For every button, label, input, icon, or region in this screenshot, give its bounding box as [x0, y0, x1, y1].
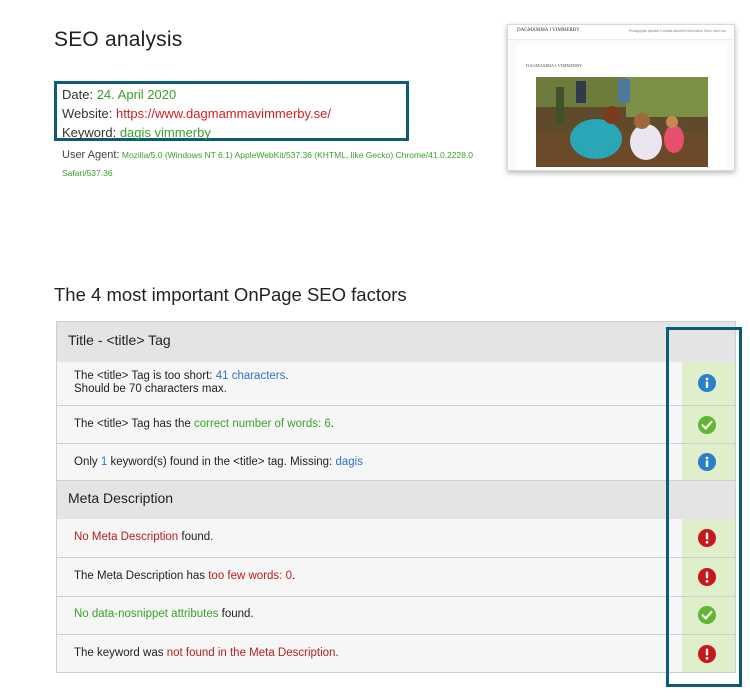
table-row: No data-nosnippet attributes found.: [56, 597, 736, 635]
table-row: Only 1 keyword(s) found in the <title> t…: [56, 444, 736, 481]
row-text: No data-nosnippet attributes found.: [74, 608, 254, 621]
table-row: The Meta Description has too few words: …: [56, 558, 736, 597]
row-text: No Meta Description found.: [74, 531, 213, 544]
row-text: The Meta Description has too few words: …: [74, 570, 295, 583]
row-text-part: .: [285, 370, 289, 382]
row-text-part: .: [330, 418, 334, 430]
row-text-part: The <title> Tag is too short:: [74, 370, 216, 382]
user-agent-line: User Agent: Mozilla/5.0 (Windows NT 6.1)…: [62, 146, 482, 182]
user-agent-value: Mozilla/5.0 (Windows NT 6.1) AppleWebKit…: [62, 150, 474, 178]
table-row: The <title> Tag is too short: 41 charact…: [56, 362, 736, 406]
row-text-line2: Should be 70 characters max.: [74, 383, 227, 395]
row-text-highlight: correct number of words: 6: [193, 418, 331, 430]
row-text-part: The keyword was: [74, 647, 167, 659]
table-row: The keyword was not found in the Meta De…: [56, 635, 736, 673]
keyword-line: Keyword: dagis vimmerby: [62, 125, 211, 140]
section-title: Meta Description: [68, 490, 174, 506]
date-label: Date:: [62, 87, 94, 102]
row-text-part: Only: [74, 456, 101, 468]
row-text-part: .: [291, 570, 296, 582]
keyword-label: Keyword:: [62, 125, 117, 140]
row-text-part: keyword(s) found in the <title> tag. Mis…: [107, 456, 336, 468]
thumbnail-photo: [536, 77, 708, 167]
thumbnail-nav: Pedagogisk tjänster Kontakt Aktuellt Inf…: [628, 29, 726, 33]
date-value: 24. April 2020: [96, 87, 177, 102]
factors-heading: The 4 most important OnPage SEO factors: [54, 284, 407, 305]
row-text: The <title> Tag is too short: 41 charact…: [74, 370, 289, 396]
status-column-highlight-frame: [666, 327, 742, 687]
thumbnail-brand: DAGMAMMA I VIMMERBY: [517, 28, 580, 33]
table-row: No Meta Description found.: [56, 519, 736, 558]
row-text-part: The <title> Tag has the: [74, 418, 194, 430]
row-text-part: found.: [218, 608, 254, 620]
row-text-highlight: No data-nosnippet attributes: [74, 608, 219, 620]
website-screenshot-thumbnail: DAGMAMMA I VIMMERBY Pedagogisk tjänster …: [507, 24, 735, 171]
row-text-highlight: too few words: 0: [208, 570, 292, 582]
section-header-title-tag: Title - <title> Tag: [56, 321, 736, 363]
page-title: SEO analysis: [54, 28, 183, 51]
row-text: The keyword was not found in the Meta De…: [74, 647, 339, 660]
row-text-part: .: [335, 647, 339, 659]
row-text-part: found.: [178, 531, 214, 543]
website-line: Website: https://www.dagmammavimmerby.se…: [62, 106, 331, 121]
row-text-part: The Meta Description has: [74, 570, 209, 582]
keyword-value: dagis vimmerby: [119, 125, 211, 140]
row-text-highlight: not found in the Meta Description: [166, 647, 336, 659]
website-label: Website:: [62, 106, 113, 121]
row-text: Only 1 keyword(s) found in the <title> t…: [74, 456, 363, 469]
row-text-highlight: No Meta Description: [74, 531, 179, 543]
row-text-highlight: dagis: [335, 456, 363, 468]
thumbnail-page-title: DAGMAMMA I VIMMERBY: [526, 63, 583, 68]
table-row: The <title> Tag has the correct number o…: [56, 406, 736, 444]
user-agent-label: User Agent:: [62, 149, 120, 161]
website-link[interactable]: https://www.dagmammavimmerby.se/: [116, 106, 331, 121]
section-header-meta-description: Meta Description: [56, 480, 736, 520]
date-line: Date: 24. April 2020: [62, 87, 176, 102]
section-title: Title - <title> Tag: [68, 332, 171, 348]
row-text-highlight: 41 characters: [215, 370, 286, 382]
row-text: The <title> Tag has the correct number o…: [74, 418, 334, 431]
